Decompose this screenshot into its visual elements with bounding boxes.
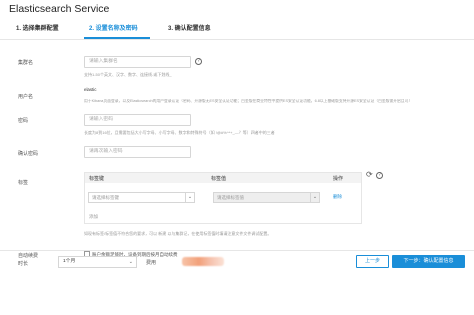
- tag-value-select[interactable]: 请选择标签值 ⌄: [213, 192, 320, 203]
- password-input[interactable]: 请输入密码: [84, 114, 191, 126]
- chevron-down-icon: ⌄: [128, 259, 133, 265]
- step-bar: 1. 选择集群配置 2. 设置名称及密码 3. 确认配置信息: [0, 20, 474, 40]
- step-3[interactable]: 3. 确认配置信息: [168, 23, 211, 32]
- fee-amount-blurred: [182, 257, 224, 266]
- tags-hint: 如现有标签/标签值不符合您的要求，可以 新建 以与集群记，在使用标签值时填请注意…: [84, 231, 272, 236]
- cluster-name-hint: 支持1-50个英文、汉字、数字、连接线-或下划线_: [84, 72, 172, 77]
- help-icon[interactable]: ?: [376, 172, 383, 179]
- refresh-icon[interactable]: ⟳: [366, 170, 373, 179]
- tags-table: 标签键 标签值 操作 请选择标签键 ⌄ 请选择标签值 ⌄ 删除 添加: [84, 172, 362, 224]
- chevron-down-icon: ⌄: [310, 193, 319, 202]
- username-value: elastic: [84, 87, 97, 92]
- prev-button[interactable]: 上一步: [356, 255, 389, 268]
- password-hint: 长度为8到16位，且需要包括大小写字母、小写字母、数字和特殊符号（如 !@#%^…: [84, 130, 275, 135]
- tags-table-header: 标签键 标签值 操作: [85, 173, 361, 183]
- duration-select[interactable]: 1个月 ⌄: [58, 256, 137, 268]
- col-tag-value: 标签值: [211, 176, 227, 182]
- duration-label: 时长: [18, 261, 29, 267]
- fee-label: 费用: [146, 260, 157, 266]
- active-step-underline: [84, 37, 150, 39]
- step-1[interactable]: 1. 选择集群配置: [16, 23, 59, 32]
- username-hint: 用于Kibana页面登录，以及Elasticsearch的用户登录认证（密码、开…: [84, 99, 413, 103]
- auto-renew-label-visible: 自动续费: [18, 253, 39, 259]
- add-tag-link[interactable]: 添加: [89, 214, 98, 220]
- col-action: 操作: [333, 176, 344, 182]
- confirm-password-label: 确认密码: [18, 151, 39, 157]
- tags-label: 标签: [18, 180, 29, 186]
- tag-key-placeholder: 请选择标签键: [92, 195, 119, 200]
- help-icon[interactable]: ?: [195, 58, 202, 65]
- duration-value: 1个月: [63, 259, 76, 264]
- confirm-password-input[interactable]: 请再次输入密码: [84, 146, 191, 158]
- username-label: 用户名: [18, 94, 34, 100]
- cluster-name-input[interactable]: 请输入集群名: [84, 56, 191, 68]
- col-tag-key: 标签键: [89, 176, 105, 182]
- password-label: 密码: [18, 118, 29, 124]
- tag-value-placeholder: 请选择标签值: [217, 195, 244, 200]
- tag-key-select[interactable]: 请选择标签键 ⌄: [88, 192, 195, 203]
- cluster-name-label: 集群名: [18, 60, 34, 66]
- chevron-down-icon: ⌄: [185, 193, 194, 202]
- page-title: Elasticsearch Service: [9, 3, 110, 15]
- step-2[interactable]: 2. 设置名称及密码: [89, 23, 138, 32]
- delete-tag-link[interactable]: 删除: [333, 194, 342, 200]
- next-button[interactable]: 下一步：确认配置信息: [392, 255, 465, 268]
